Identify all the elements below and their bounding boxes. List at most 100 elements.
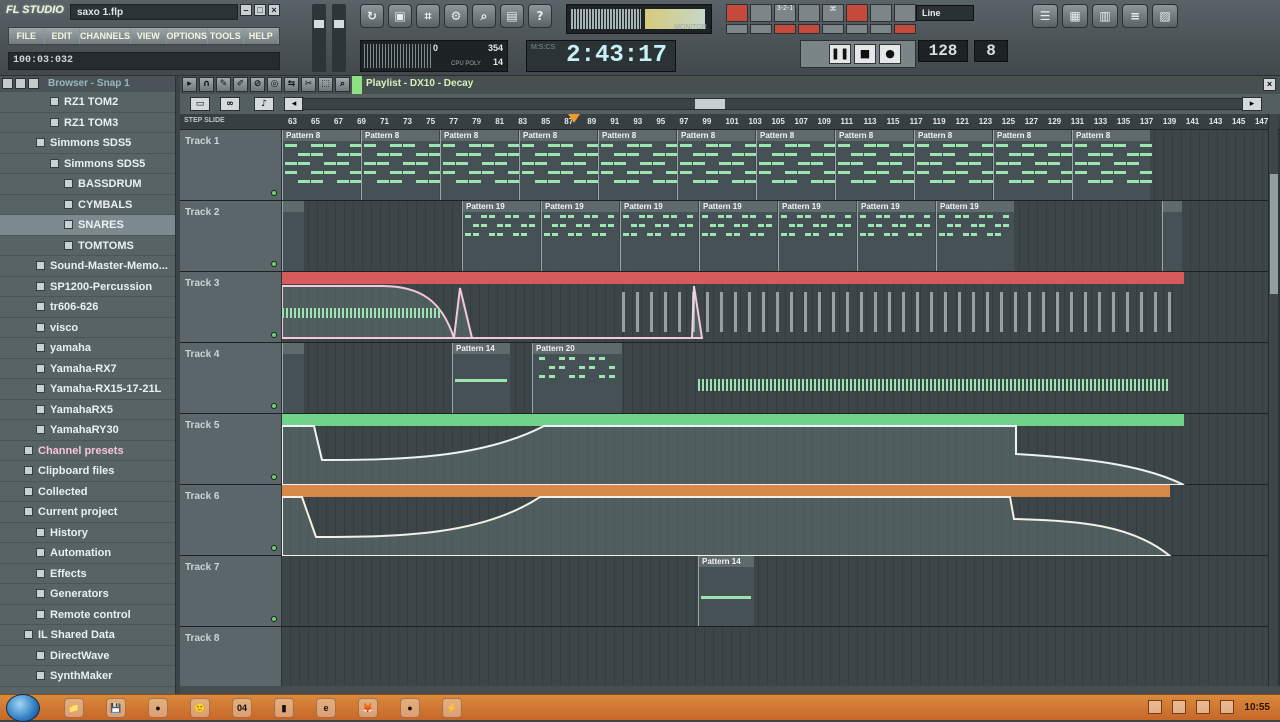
- menu-tools[interactable]: TOOLS: [208, 28, 244, 44]
- browser-refresh-icon[interactable]: [15, 78, 26, 89]
- tool-slip-icon[interactable]: ⇆: [284, 77, 299, 92]
- snap-buttons[interactable]: STEP SLIDE: [184, 117, 225, 124]
- window-toggle-icon-3[interactable]: ≡: [1122, 4, 1148, 28]
- tray-volume-icon[interactable]: [1196, 700, 1211, 714]
- toolset-icon-5[interactable]: ▤: [500, 4, 524, 28]
- browser-item[interactable]: Generators: [0, 584, 175, 605]
- track-enable-led[interactable]: [271, 403, 277, 409]
- browser-item[interactable]: RZ1 TOM3: [0, 113, 175, 133]
- pattern-clip[interactable]: Pattern 8: [914, 130, 994, 200]
- shortcut-button-15[interactable]: [894, 24, 916, 34]
- pattern-clip[interactable]: Pattern 19: [541, 201, 619, 271]
- pattern-clip[interactable]: Pattern 8: [756, 130, 836, 200]
- shortcut-button-8[interactable]: [726, 24, 748, 34]
- browser-item[interactable]: Effects: [0, 564, 175, 584]
- taskbar-app-icon[interactable]: 04: [232, 698, 252, 718]
- stop-button[interactable]: ■: [854, 44, 876, 64]
- playhead-marker[interactable]: [568, 114, 580, 123]
- tray-network-icon[interactable]: [1220, 700, 1235, 714]
- pattern-clip[interactable]: Pattern 8: [598, 130, 678, 200]
- pattern-clip[interactable]: Pattern 8: [993, 130, 1073, 200]
- taskbar-app-icon[interactable]: ●: [148, 698, 168, 718]
- close-icon[interactable]: ×: [268, 4, 280, 16]
- browser-item[interactable]: Collected: [0, 482, 175, 502]
- tool-delete-icon[interactable]: ⊘: [250, 77, 265, 92]
- browser-item[interactable]: SynthMaker: [0, 666, 175, 687]
- playlist-close-icon[interactable]: ×: [1263, 78, 1276, 91]
- browser-item[interactable]: Yamaha-RX15-17-21L: [0, 379, 175, 400]
- note-icon[interactable]: ♪: [254, 97, 274, 111]
- pattern-clip[interactable]: Pattern 8: [835, 130, 915, 200]
- shortcut-button-1[interactable]: [750, 4, 772, 22]
- pattern-picker-icon[interactable]: ▭: [190, 97, 210, 111]
- master-pitch-slider[interactable]: [332, 4, 346, 72]
- pattern-clip[interactable]: Pattern 8: [1072, 130, 1152, 200]
- pause-button[interactable]: ❚❚: [829, 44, 851, 64]
- snap-mode-select[interactable]: Line: [916, 5, 974, 21]
- browser-item[interactable]: SNARES: [0, 215, 175, 236]
- shortcut-button-3[interactable]: [798, 4, 820, 22]
- browser-item[interactable]: Simmons SDS5: [0, 154, 175, 174]
- browser-item[interactable]: visco: [0, 318, 175, 338]
- shortcut-button-4[interactable]: ⌘: [822, 4, 844, 22]
- shortcut-button-2[interactable]: 3-2-1: [774, 4, 796, 22]
- shortcut-button-7[interactable]: [894, 4, 916, 22]
- tool-draw-icon[interactable]: ✎: [216, 77, 231, 92]
- toolset-icon-3[interactable]: ⚙: [444, 4, 468, 28]
- browser-item[interactable]: IL Shared Data: [0, 625, 175, 646]
- automation-curve-volume[interactable]: [282, 485, 1268, 556]
- browser-item[interactable]: yamaha: [0, 338, 175, 359]
- clock[interactable]: 10:55: [1244, 702, 1270, 713]
- browser-item[interactable]: DirectWave: [0, 646, 175, 666]
- track-lane[interactable]: [282, 414, 1268, 485]
- shortcut-button-5[interactable]: [846, 4, 868, 22]
- pattern-clip[interactable]: Pattern 19: [778, 201, 856, 271]
- browser-item[interactable]: Current project: [0, 502, 175, 523]
- browser-item[interactable]: SP1200-Percussion: [0, 277, 175, 297]
- track-header[interactable]: Track 4: [180, 343, 282, 413]
- window-toggle-icon-1[interactable]: ▦: [1062, 4, 1088, 28]
- pattern-clip[interactable]: Pattern 19: [620, 201, 698, 271]
- pattern-clip[interactable]: Pattern 8: [361, 130, 441, 200]
- pattern-clip[interactable]: Pattern 8: [519, 130, 599, 200]
- track-lane[interactable]: [282, 485, 1268, 556]
- browser-search-icon[interactable]: [28, 78, 39, 89]
- toolset-icon-0[interactable]: ↻: [360, 4, 384, 28]
- scroll-right-icon[interactable]: ▸: [1242, 97, 1262, 111]
- playlist-title[interactable]: Playlist - DX10 - Decay: [366, 78, 473, 89]
- browser-item[interactable]: Channel presets: [0, 441, 175, 461]
- window-toggle-icon-0[interactable]: ☰: [1032, 4, 1058, 28]
- track-header[interactable]: Track 6: [180, 485, 282, 555]
- menu-edit[interactable]: EDIT: [44, 28, 80, 44]
- shortcut-button-11[interactable]: [798, 24, 820, 34]
- minimize-icon[interactable]: –: [240, 4, 252, 16]
- track-lane[interactable]: [282, 272, 1268, 342]
- pattern-clip[interactable]: Pattern 8: [677, 130, 757, 200]
- track-header[interactable]: Track 5: [180, 414, 282, 484]
- browser-item[interactable]: Clipboard files: [0, 461, 175, 482]
- scroll-left-icon[interactable]: ◂: [284, 97, 304, 111]
- menu-channels[interactable]: CHANNELS: [80, 28, 132, 44]
- tool-paint-icon[interactable]: ✐: [233, 77, 248, 92]
- browser-item[interactable]: CYMBALS: [0, 195, 175, 215]
- tool-zoom-icon[interactable]: ⌕: [335, 77, 350, 92]
- menu-options[interactable]: OPTIONS: [166, 28, 209, 44]
- pattern-clip[interactable]: Pattern 19: [462, 201, 540, 271]
- pattern-clip[interactable]: Pattern 19: [699, 201, 777, 271]
- menu-file[interactable]: FILE: [9, 28, 45, 44]
- horizontal-scrollbar[interactable]: [302, 98, 1260, 110]
- track-header[interactable]: Track 2: [180, 201, 282, 271]
- pattern-clip[interactable]: Pattern 19: [857, 201, 935, 271]
- taskbar-app-icon[interactable]: ⚡: [442, 698, 462, 718]
- track-enable-led[interactable]: [271, 616, 277, 622]
- tool-menu-icon[interactable]: ▸: [182, 77, 197, 92]
- track-header[interactable]: Track 3: [180, 272, 282, 342]
- tool-select-icon[interactable]: ⬚: [318, 77, 333, 92]
- bottom-scrollbar[interactable]: [180, 686, 1280, 694]
- track-enable-led[interactable]: [271, 474, 277, 480]
- automation-curve-filter[interactable]: [282, 414, 1268, 485]
- shortcut-button-0[interactable]: [726, 4, 748, 22]
- track-enable-led[interactable]: [271, 332, 277, 338]
- browser-item[interactable]: tr606-626: [0, 297, 175, 318]
- tool-magnet-icon[interactable]: ∩: [199, 77, 214, 92]
